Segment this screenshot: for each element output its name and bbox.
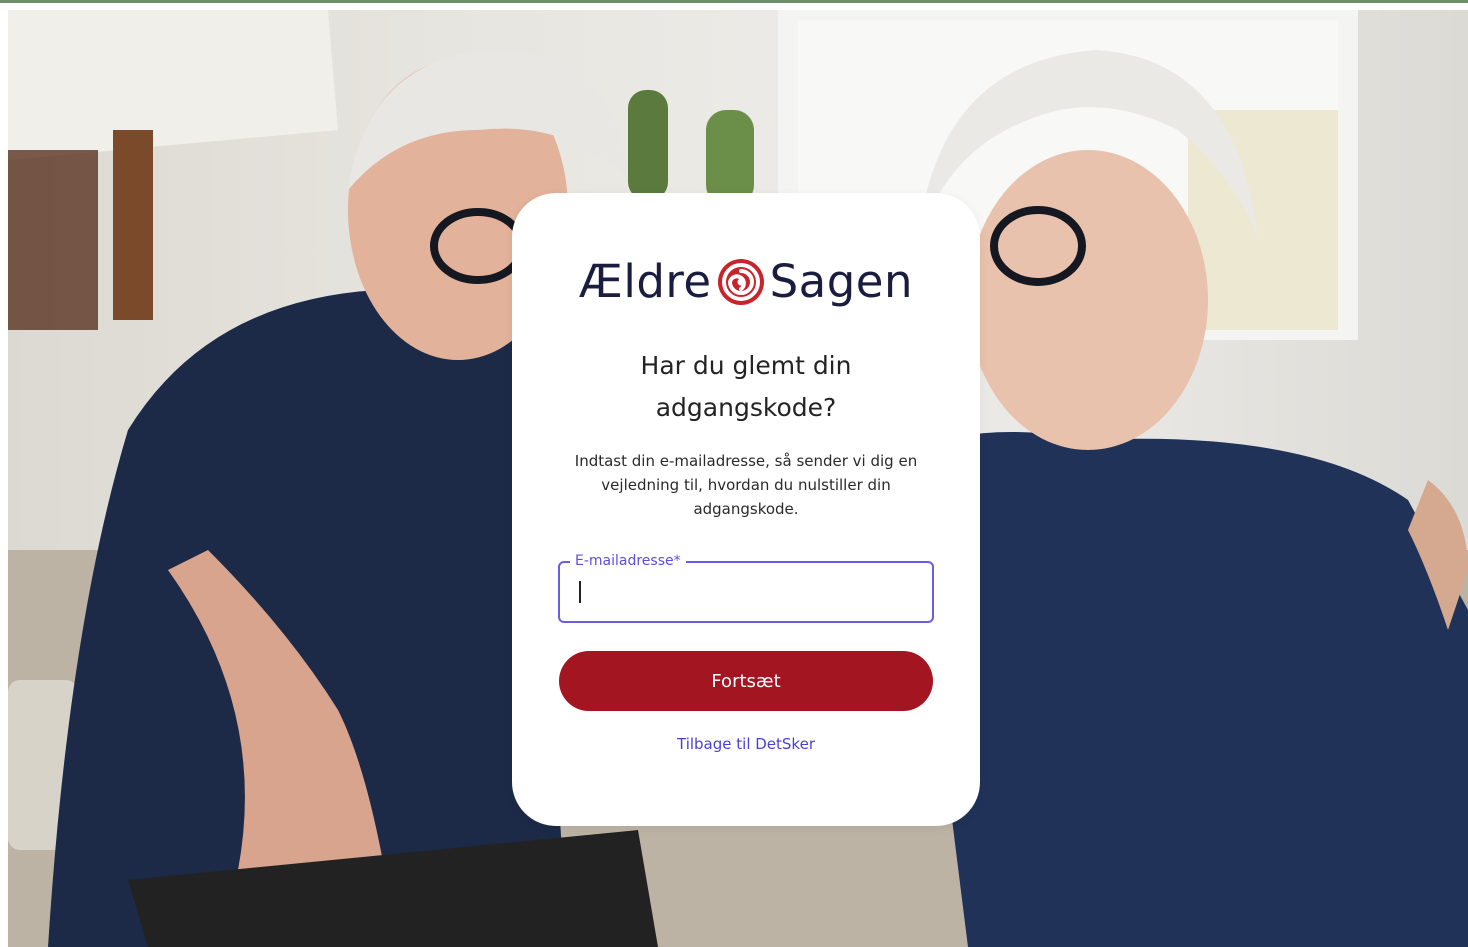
plant	[628, 90, 668, 200]
email-field[interactable]: E-mailadresse*	[558, 552, 934, 623]
top-border	[0, 0, 1468, 3]
text-caret	[579, 581, 581, 603]
continue-button[interactable]: Fortsæt	[559, 651, 933, 711]
plant	[706, 110, 754, 205]
back-to-detsker-link[interactable]: Tilbage til DetSker	[512, 735, 980, 753]
woman-shirt	[908, 432, 1468, 947]
brand-name-left: Ældre	[578, 255, 712, 308]
lamp-shade	[8, 10, 338, 160]
email-field-label: E-mailadresse*	[570, 552, 686, 570]
login-card: Ældre Sagen Har du glemt din adgangskode…	[512, 193, 980, 826]
swirl-logo-icon	[717, 258, 764, 305]
email-input[interactable]	[574, 575, 918, 609]
woman-face	[968, 150, 1208, 450]
page-title: Har du glemt din adgangskode?	[640, 351, 852, 422]
instructions-text: Indtast din e-mailadresse, så sender vi …	[574, 452, 918, 518]
brand-name-right: Sagen	[769, 255, 914, 308]
brand-logo: Ældre Sagen	[512, 255, 980, 308]
left-edge	[0, 3, 8, 947]
page: Ældre Sagen Har du glemt din adgangskode…	[0, 0, 1468, 947]
